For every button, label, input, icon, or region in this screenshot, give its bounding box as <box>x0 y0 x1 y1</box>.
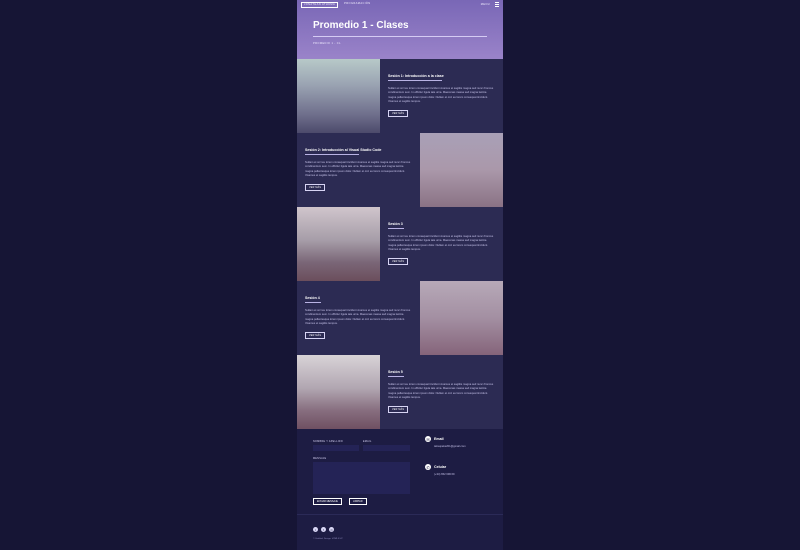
view-more-button-2[interactable]: VER MÁS <box>305 184 326 191</box>
email-title: Email <box>434 437 444 441</box>
phone-value: (+34) 652 696 69 <box>434 473 455 476</box>
name-input[interactable] <box>313 445 359 451</box>
session-card-4: Sesión 4 Nullam et orci eu lorem consequ… <box>297 281 503 355</box>
session-title-3: Sesión 3 <box>388 222 403 226</box>
view-more-button-1[interactable]: VER MÁS <box>388 110 409 117</box>
view-more-button-5[interactable]: VER MÁS <box>388 406 409 413</box>
nav-home-link[interactable]: JONATHAN ATHUMA <box>301 2 339 8</box>
session-content-4: Sesión 4 Nullam et orci eu lorem consequ… <box>297 281 420 355</box>
session-divider-1 <box>388 80 442 81</box>
session-image-5 <box>297 355 380 429</box>
session-divider-3 <box>388 228 404 229</box>
session-content-2: Sesión 2: Introducción al Visual Studio … <box>297 133 420 207</box>
hero-header: JONATHAN ATHUMA PROGRAMACIÓN MENU Promed… <box>297 0 503 59</box>
breadcrumb: PROMEDIO 1 - CL <box>313 42 341 45</box>
nav-programacion-link[interactable]: PROGRAMACIÓN <box>342 2 372 8</box>
message-textarea[interactable] <box>313 462 410 494</box>
menu-toggle[interactable]: MENU <box>479 2 499 7</box>
message-label: MENSAJE <box>313 457 327 460</box>
session-content-3: Sesión 3 Nullam et orci eu lorem consequ… <box>380 207 503 281</box>
session-image-3 <box>297 207 380 281</box>
session-title-1: Sesión 1: Introducción a la clase <box>388 74 444 78</box>
footer-credits: © Untitled. Design: HTML5 UP <box>313 538 343 540</box>
contact-section: NOMBRE Y APELLIDO EMAIL MENSAJE ENVIAR M… <box>297 429 503 514</box>
send-message-button[interactable]: ENVIAR MENSAJE <box>313 498 342 505</box>
view-more-button-3[interactable]: VER MÁS <box>388 258 409 265</box>
session-card-2: Sesión 2: Introducción al Visual Studio … <box>297 133 503 207</box>
name-label: NOMBRE Y APELLIDO <box>313 440 343 443</box>
email-value[interactable]: teksupeks201@gmail.com <box>434 445 466 448</box>
facebook-icon[interactable]: f <box>321 527 326 532</box>
footer-divider <box>297 514 503 515</box>
session-title-4: Sesión 4 <box>305 296 320 300</box>
session-card-3: Sesión 3 Nullam et orci eu lorem consequ… <box>297 207 503 281</box>
phone-icon: ✆ <box>425 464 431 470</box>
twitter-icon[interactable]: t <box>313 527 318 532</box>
session-text-5: Nullam et orci eu lorem consequat tincid… <box>388 383 494 400</box>
menu-icon <box>495 2 499 7</box>
clear-button[interactable]: LIMPIAR <box>349 498 367 505</box>
session-image-1 <box>297 59 380 133</box>
email-icon: ✉ <box>425 436 431 442</box>
session-image-4 <box>420 281 503 355</box>
session-text-4: Nullam et orci eu lorem consequat tincid… <box>305 309 411 326</box>
session-text-3: Nullam et orci eu lorem consequat tincid… <box>388 235 494 252</box>
view-more-button-4[interactable]: VER MÁS <box>305 332 326 339</box>
session-text-1: Nullam et orci eu lorem consequat tincid… <box>388 87 494 104</box>
session-content-1: Sesión 1: Introducción a la clase Nullam… <box>380 59 503 133</box>
title-divider <box>313 36 487 37</box>
session-title-2: Sesión 2: Introducción al Visual Studio … <box>305 148 382 152</box>
phone-title: Celular <box>434 465 447 469</box>
session-content-5: Sesión 5 Nullam et orci eu lorem consequ… <box>380 355 503 429</box>
page-title: Promedio 1 - Clases <box>313 20 409 31</box>
email-input[interactable] <box>363 445 410 451</box>
session-title-5: Sesión 5 <box>388 370 403 374</box>
instagram-icon[interactable]: ◎ <box>329 527 334 532</box>
session-card-1: Sesión 1: Introducción a la clase Nullam… <box>297 59 503 133</box>
session-divider-2 <box>305 154 359 155</box>
session-text-2: Nullam et orci eu lorem consequat tincid… <box>305 161 411 178</box>
menu-label: MENU <box>480 2 490 6</box>
page: JONATHAN ATHUMA PROGRAMACIÓN MENU Promed… <box>297 0 503 550</box>
top-nav: JONATHAN ATHUMA PROGRAMACIÓN <box>301 2 373 8</box>
session-divider-4 <box>305 302 321 303</box>
session-divider-5 <box>388 376 404 377</box>
session-card-5: Sesión 5 Nullam et orci eu lorem consequ… <box>297 355 503 429</box>
session-image-2 <box>420 133 503 207</box>
email-label: EMAIL <box>363 440 372 443</box>
